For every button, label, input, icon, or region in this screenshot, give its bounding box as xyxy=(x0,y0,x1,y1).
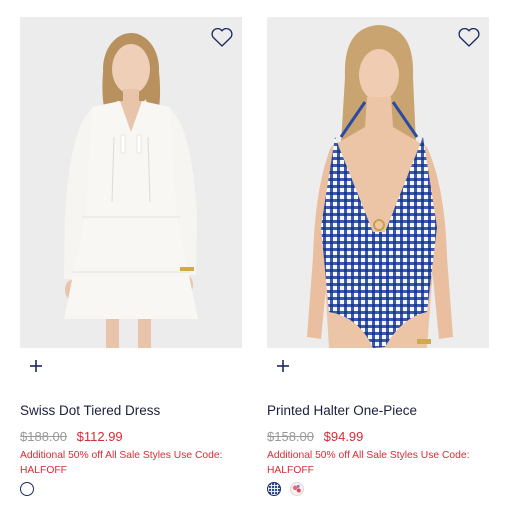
add-to-bag-plus-icon[interactable] xyxy=(275,358,291,374)
product-grid: Swiss Dot Tiered Dress $188.00 $112.99 A… xyxy=(0,0,512,512)
promo-message: Additional 50% off All Sale Styles Use C… xyxy=(267,450,470,476)
color-swatches xyxy=(267,482,304,496)
product-image[interactable] xyxy=(267,17,489,348)
sale-price: $94.99 xyxy=(323,429,364,444)
product-card: Printed Halter One-Piece $158.00 $94.99 … xyxy=(267,0,489,496)
product-prices: $188.00 $112.99 xyxy=(20,429,123,444)
product-card: Swiss Dot Tiered Dress $188.00 $112.99 A… xyxy=(20,0,242,496)
add-to-bag-plus-icon[interactable] xyxy=(28,358,44,374)
original-price: $188.00 xyxy=(20,429,67,444)
sale-price: $112.99 xyxy=(76,429,123,444)
product-photo-swimsuit xyxy=(267,17,489,348)
product-photo-dress xyxy=(20,17,242,348)
color-swatches xyxy=(20,482,34,496)
favorite-heart-icon[interactable] xyxy=(457,26,481,48)
product-title[interactable]: Printed Halter One-Piece xyxy=(267,403,417,418)
favorite-heart-icon[interactable] xyxy=(210,26,234,48)
swatch-pink-floral[interactable] xyxy=(290,482,304,496)
product-prices: $158.00 $94.99 xyxy=(267,429,363,444)
promo-message: Additional 50% off All Sale Styles Use C… xyxy=(20,450,223,476)
product-image[interactable] xyxy=(20,17,242,348)
original-price: $158.00 xyxy=(267,429,314,444)
product-title[interactable]: Swiss Dot Tiered Dress xyxy=(20,403,160,418)
swatch-blue-gingham[interactable] xyxy=(267,482,281,496)
swatch-white[interactable] xyxy=(20,482,34,496)
